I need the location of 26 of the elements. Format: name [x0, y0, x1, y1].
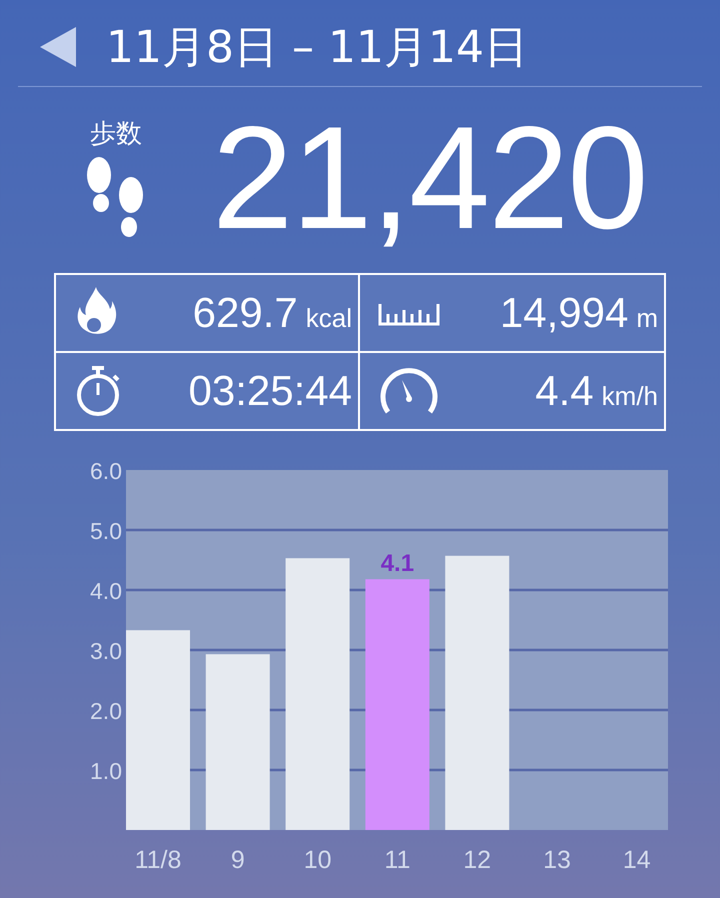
step-count: 21,420 [212, 105, 647, 251]
stat-value: 4.4 [535, 367, 594, 415]
value-label: 4.1 [380, 550, 414, 578]
axis-label: 11/8 [134, 846, 182, 874]
axis-label: 12 [463, 846, 492, 874]
axis-label: 1.0 [90, 758, 122, 784]
axis-label: 4.0 [90, 578, 122, 604]
axis-label: 11 [384, 846, 410, 874]
stat-value: 14,994 [500, 289, 628, 337]
back-icon[interactable] [40, 27, 76, 67]
axis-label: 9 [230, 846, 245, 874]
stat-unit: kcal [306, 303, 352, 334]
axis-label: 3.0 [90, 638, 122, 664]
axis-label: 10 [304, 846, 332, 874]
stat-unit: m [636, 303, 658, 334]
axis-label: 5.0 [90, 518, 122, 544]
speedometer-icon [378, 366, 440, 416]
axis-label: 2.0 [90, 698, 122, 724]
stat-value: 629.7 [192, 289, 298, 337]
axis-label: 13 [543, 846, 571, 874]
stat-value: 03:25:44 [188, 367, 352, 415]
date-range-title: 11月8日 – 11月14日 [106, 20, 528, 74]
axis-label: 14 [622, 846, 651, 874]
steps-label: 歩数 [90, 118, 142, 150]
stat-unit: km/h [602, 381, 658, 412]
axis-label: 6.0 [90, 458, 122, 484]
